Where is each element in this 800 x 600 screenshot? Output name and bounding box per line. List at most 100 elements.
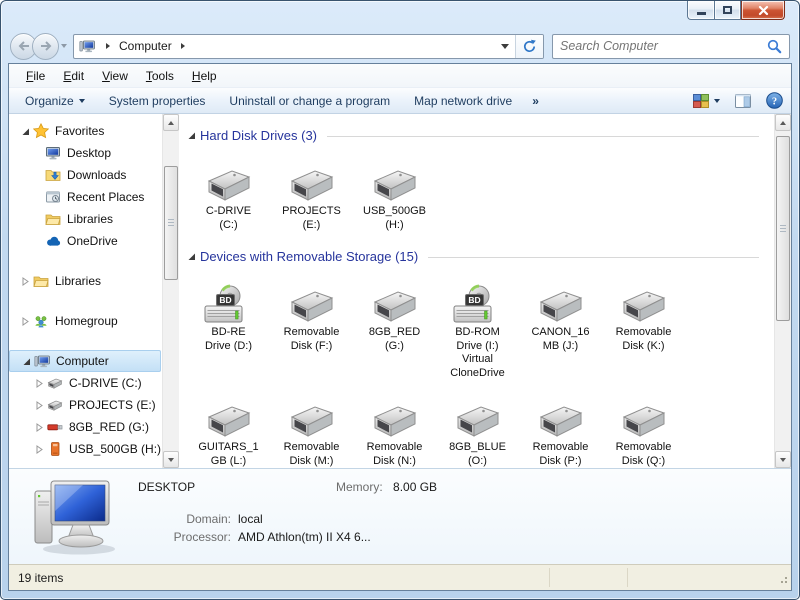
drive-item-removable-disk-n[interactable]: RemovableDisk (N:) (353, 393, 436, 468)
computer-name: DESKTOP (138, 480, 195, 494)
drive-label: GUITARS_1GB (L:) (198, 441, 258, 468)
minimize-icon (697, 12, 706, 15)
triangle-down-icon (780, 458, 786, 462)
menu-item-edit[interactable]: Edit (54, 66, 93, 86)
preview-pane-button[interactable] (735, 94, 751, 108)
scrollbar-thumb[interactable] (164, 166, 178, 280)
hard-drive-icon (287, 157, 337, 204)
collapsed-triangle-icon[interactable] (35, 379, 47, 388)
scroll-up-button[interactable] (163, 114, 179, 131)
breadcrumb-chevron-icon[interactable] (181, 43, 185, 49)
help-button[interactable]: ? (766, 92, 783, 109)
refresh-button[interactable] (515, 35, 543, 58)
section-title: Devices with Removable Storage (15) (198, 249, 420, 264)
drive-item-8gb-blue-o[interactable]: 8GB_BLUE(O:) (436, 393, 519, 468)
sidebar-item-favorites[interactable]: Favorites (9, 120, 161, 142)
sidebar-item-8gb-red-g[interactable]: 8GB_RED (G:) (9, 416, 161, 438)
sidebar-item-libraries[interactable]: Libraries (9, 208, 161, 230)
menu-item-view[interactable]: View (93, 66, 137, 86)
statusbar-separator (549, 568, 550, 587)
chevron-down-icon (79, 99, 85, 103)
breadcrumb-chevron-icon[interactable] (106, 43, 110, 49)
collapsed-triangle-icon[interactable] (21, 317, 33, 326)
scrollbar-thumb[interactable] (776, 136, 790, 321)
sidebar-item-desktop[interactable]: Desktop (9, 142, 161, 164)
toolbar-overflow-button[interactable]: » (524, 90, 547, 112)
memory-info: Memory: 8.00 GB (336, 480, 437, 494)
hdd-icon (370, 402, 420, 440)
drive-item-removable-disk-k[interactable]: RemovableDisk (K:) (602, 278, 685, 380)
drive-item-removable-disk-p[interactable]: RemovableDisk (P:) (519, 393, 602, 468)
hard-drive-icon (536, 393, 586, 440)
sidebar-item-computer[interactable]: Computer (9, 350, 161, 372)
toolbar-button-system-properties[interactable]: System properties (97, 90, 218, 112)
drive-item-canon-16-mb-j[interactable]: CANON_16MB (J:) (519, 278, 602, 380)
drive-item-removable-disk-q[interactable]: RemovableDisk (Q:) (602, 393, 685, 468)
sidebar-item-usb-500gb-h[interactable]: USB_500GB (H:) (9, 438, 161, 460)
sidebar-item-c-drive-c[interactable]: C-DRIVE (C:) (9, 372, 161, 394)
drive-item-8gb-red-g[interactable]: 8GB_RED(G:) (353, 278, 436, 380)
sidebar-item-projects-e[interactable]: PROJECTS (E:) (9, 394, 161, 416)
sidebar-scrollbar[interactable] (162, 114, 179, 468)
collapsed-triangle-icon[interactable] (35, 401, 47, 410)
views-button[interactable] (693, 94, 720, 108)
toolbar-button-map-network-drive[interactable]: Map network drive (402, 90, 524, 112)
drive-item-removable-disk-m[interactable]: RemovableDisk (M:) (270, 393, 353, 468)
help-icon: ? (766, 92, 783, 109)
sidebar-item-libraries[interactable]: Libraries (9, 270, 161, 292)
drive-item-guitars-1-gb-l[interactable]: GUITARS_1GB (L:) (187, 393, 270, 468)
content-scrollbar[interactable] (774, 114, 791, 468)
minimize-button[interactable] (687, 1, 714, 20)
expanded-triangle-icon[interactable] (22, 357, 34, 366)
drive-item-usb-500gb-h[interactable]: USB_500GB(H:) (353, 157, 436, 232)
sidebar-item-onedrive[interactable]: OneDrive (9, 230, 161, 252)
toolbar-button-organize[interactable]: Organize (13, 90, 97, 112)
processor-label: Processor: (138, 530, 231, 544)
address-bar[interactable]: Computer (73, 34, 544, 59)
sidebar-item-recent-places[interactable]: Recent Places (9, 186, 161, 208)
sidebar-tree: Favorites Desktop Downloads Recent Place… (9, 120, 161, 460)
sidebar-item-downloads[interactable]: Downloads (9, 164, 161, 186)
menu-item-file[interactable]: File (17, 66, 54, 86)
collapsed-triangle-icon[interactable] (35, 423, 47, 432)
scroll-up-button[interactable] (775, 114, 791, 131)
forward-button[interactable] (32, 33, 59, 60)
search-box[interactable] (552, 34, 790, 59)
desktop-icon (45, 145, 61, 161)
item-count: 19 items (18, 571, 63, 585)
menu-item-tools[interactable]: Tools (137, 66, 183, 86)
processor-info: Processor:AMD Athlon(tm) II X4 6... (138, 530, 371, 544)
collapsed-triangle-icon[interactable] (21, 277, 33, 286)
scroll-down-button[interactable] (163, 451, 179, 468)
chevron-down-icon (61, 44, 67, 48)
breadcrumb-item-computer[interactable]: Computer (117, 37, 174, 55)
address-dropdown-button[interactable] (495, 35, 515, 58)
drive-item-projects-e[interactable]: PROJECTS(E:) (270, 157, 353, 232)
close-button[interactable] (741, 1, 785, 20)
section-expander[interactable] (187, 131, 198, 140)
toolbar-button-uninstall-or-change-a-program[interactable]: Uninstall or change a program (217, 90, 402, 112)
history-dropdown-button[interactable] (59, 33, 69, 60)
sidebar-item-homegroup[interactable]: Homegroup (9, 310, 161, 332)
usb-red-icon (47, 419, 63, 435)
menu-item-help[interactable]: Help (183, 66, 226, 86)
hard-drive-icon (204, 157, 254, 204)
expanded-triangle-icon[interactable] (21, 127, 33, 136)
scroll-down-button[interactable] (775, 451, 791, 468)
drive-label: RemovableDisk (N:) (367, 441, 423, 468)
hard-drive-icon (370, 393, 420, 440)
search-icon[interactable] (765, 39, 789, 54)
drive-label: USB_500GB(H:) (363, 205, 426, 232)
collapsed-triangle-icon[interactable] (35, 445, 47, 454)
drive-item-c-drive-c[interactable]: C-DRIVE(C:) (187, 157, 270, 232)
close-icon (758, 5, 769, 16)
resize-grip[interactable] (778, 573, 788, 587)
drive-item-bd-re-drive-d[interactable]: BD BD-REDrive (D:) (187, 278, 270, 380)
section-expander[interactable] (187, 252, 198, 261)
maximize-button[interactable] (714, 1, 741, 20)
drive-item-removable-disk-f[interactable]: RemovableDisk (F:) (270, 278, 353, 380)
search-input[interactable] (553, 39, 765, 53)
drive-item-bd-rom-drive-i-virtual-clonedrive[interactable]: BD BD-ROMDrive (I:)VirtualCloneDrive (436, 278, 519, 380)
hard-drive-icon (619, 393, 669, 440)
disk-icon (47, 397, 63, 413)
